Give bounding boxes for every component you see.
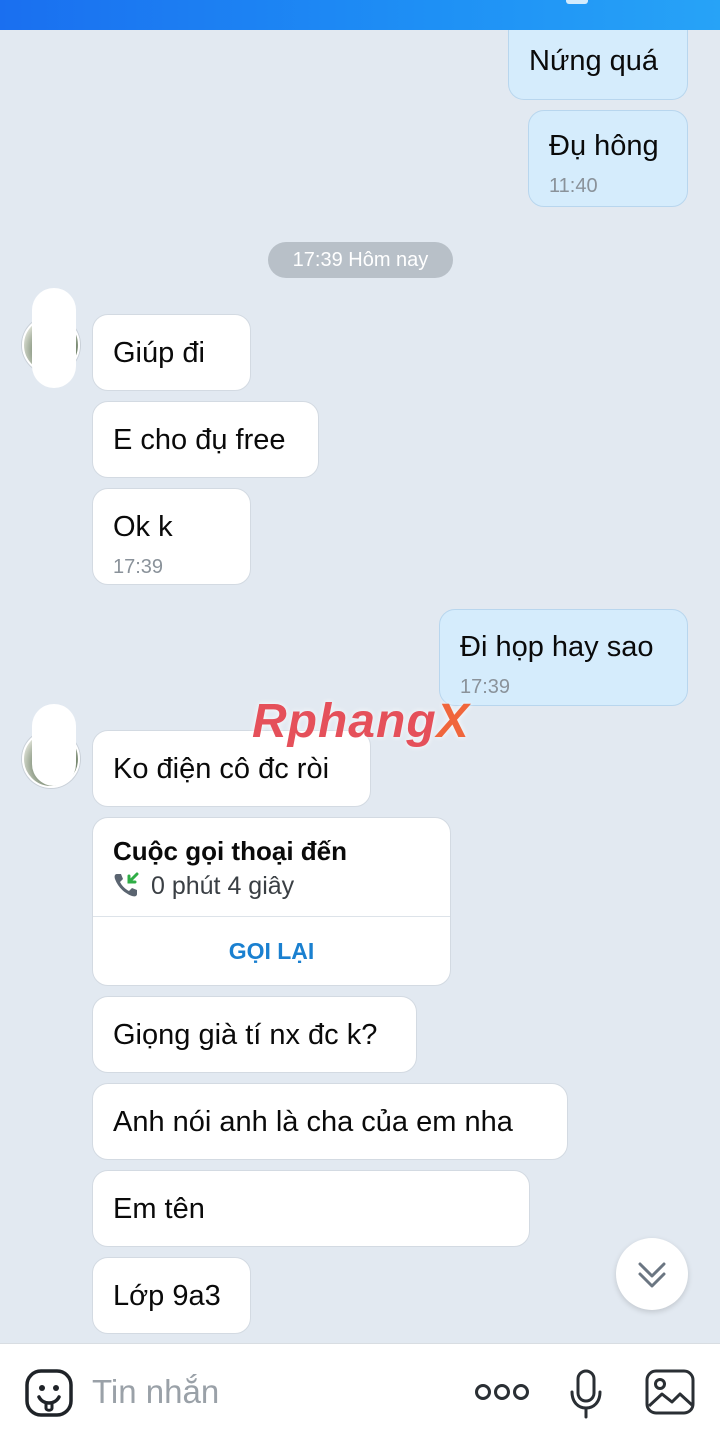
message-outgoing[interactable]: Đi họp hay sao 17:39 bbox=[439, 609, 688, 706]
message-text: Ok k bbox=[113, 511, 173, 543]
call-duration: 0 phút 4 giây bbox=[151, 872, 295, 900]
message-incoming[interactable]: Lớp 9a3 bbox=[92, 1257, 251, 1334]
message-text: Anh nói anh là cha của em nha bbox=[113, 1106, 513, 1138]
message-outgoing[interactable]: Nứng quá bbox=[508, 30, 688, 100]
incoming-call-icon bbox=[114, 872, 139, 897]
message-incoming[interactable]: Em tên bbox=[92, 1170, 530, 1247]
message-input[interactable] bbox=[92, 1370, 452, 1414]
scroll-to-bottom-button[interactable] bbox=[616, 1238, 688, 1310]
message-time: 17:39 bbox=[460, 675, 511, 698]
call-title: Cuộc gọi thoại đến bbox=[113, 836, 347, 866]
message-text: Đi họp hay sao bbox=[460, 631, 654, 663]
mic-icon[interactable] bbox=[566, 1368, 606, 1420]
watermark-main: Rphang bbox=[252, 695, 437, 748]
call-card: Cuộc gọi thoại đến 0 phút 4 giây GỌI LẠI bbox=[92, 817, 451, 986]
message-text: Lớp 9a3 bbox=[113, 1280, 221, 1312]
watermark-x: X bbox=[436, 695, 470, 748]
emoji-icon[interactable] bbox=[24, 1368, 74, 1418]
watermark: RphangX bbox=[252, 694, 470, 749]
message-outgoing[interactable]: Đụ hông 11:40 bbox=[528, 110, 688, 207]
date-divider: 17:39 Hôm nay bbox=[268, 242, 453, 278]
message-text: Giọng già tí nx đc k? bbox=[113, 1019, 378, 1051]
header-icon[interactable] bbox=[566, 0, 588, 4]
more-icon[interactable] bbox=[474, 1378, 530, 1406]
avatar[interactable] bbox=[22, 704, 80, 788]
avatar[interactable] bbox=[22, 288, 80, 388]
redaction bbox=[213, 1193, 513, 1227]
call-back-button[interactable]: GỌI LẠI bbox=[93, 916, 450, 986]
message-incoming[interactable]: Giúp đi bbox=[92, 314, 251, 391]
message-text: Ko điện cô đc ròi bbox=[113, 753, 330, 785]
message-incoming[interactable]: Ok k 17:39 bbox=[92, 488, 251, 585]
message-text: Nứng quá bbox=[529, 45, 659, 77]
message-time: 17:39 bbox=[113, 555, 164, 578]
message-time: 11:40 bbox=[549, 174, 598, 197]
message-composer bbox=[0, 1343, 720, 1438]
message-text: Đụ hông bbox=[549, 130, 659, 162]
message-incoming[interactable]: Giọng già tí nx đc k? bbox=[92, 996, 417, 1073]
chevron-double-down-icon bbox=[638, 1262, 666, 1288]
photo-icon[interactable] bbox=[644, 1368, 696, 1416]
avatar-blur bbox=[32, 288, 76, 388]
avatar-blur bbox=[32, 704, 76, 786]
message-incoming[interactable]: E cho đụ free bbox=[92, 401, 319, 478]
message-text: Giúp đi bbox=[113, 337, 205, 369]
app-header bbox=[0, 0, 720, 30]
message-incoming[interactable]: Anh nói anh là cha của em nha bbox=[92, 1083, 568, 1160]
message-text: E cho đụ free bbox=[113, 424, 286, 456]
